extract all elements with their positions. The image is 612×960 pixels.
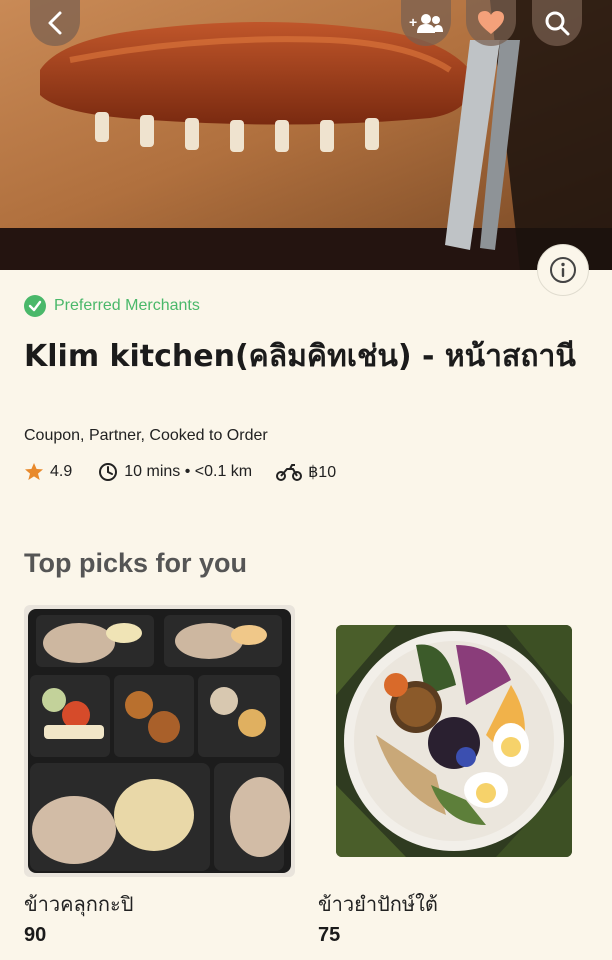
dish-price-1: 90 <box>24 924 47 946</box>
add-group-icon: + <box>409 14 443 33</box>
search-icon <box>545 11 570 36</box>
info-button[interactable] <box>537 244 589 296</box>
merchant-meta: 4.9 10 mins • <0.1 km ฿10 <box>24 459 336 485</box>
info-icon <box>550 257 576 283</box>
check-badge-icon <box>24 295 46 317</box>
clock-icon <box>99 463 118 481</box>
svg-text:+: + <box>409 14 417 30</box>
delivery-fee: ฿10 <box>276 462 336 482</box>
dish-name-2: ข้าวยำปักษ์ใต้ <box>318 892 438 916</box>
dish-price-2: 75 <box>318 924 341 946</box>
hero-image <box>0 0 612 270</box>
rating-value: 4.9 <box>50 463 73 480</box>
preferred-merchant-badge: Preferred Merchants <box>24 295 200 317</box>
time-distance: 10 mins • <0.1 km <box>124 463 253 480</box>
motorbike-icon <box>276 464 303 481</box>
dish-image-1[interactable] <box>24 605 295 877</box>
delivery-time: 10 mins • <0.1 km <box>98 462 252 482</box>
dish-name-1: ข้าวคลุกกะปิ <box>24 892 134 916</box>
chevron-left-icon <box>48 11 62 35</box>
preferred-merchant-label: Preferred Merchants <box>54 297 200 314</box>
section-title: Top picks for you <box>24 548 248 578</box>
dish-image-2[interactable] <box>336 625 572 857</box>
rating: 4.9 <box>24 462 72 482</box>
heart-icon <box>478 11 504 34</box>
star-icon <box>25 463 43 480</box>
merchant-tags: Coupon, Partner, Cooked to Order <box>24 427 268 444</box>
delivery-fee-value: ฿10 <box>308 464 337 481</box>
merchant-name: Klim kitchen(คลิมคิทเช่น) - หน้าสถานี <box>24 339 576 374</box>
